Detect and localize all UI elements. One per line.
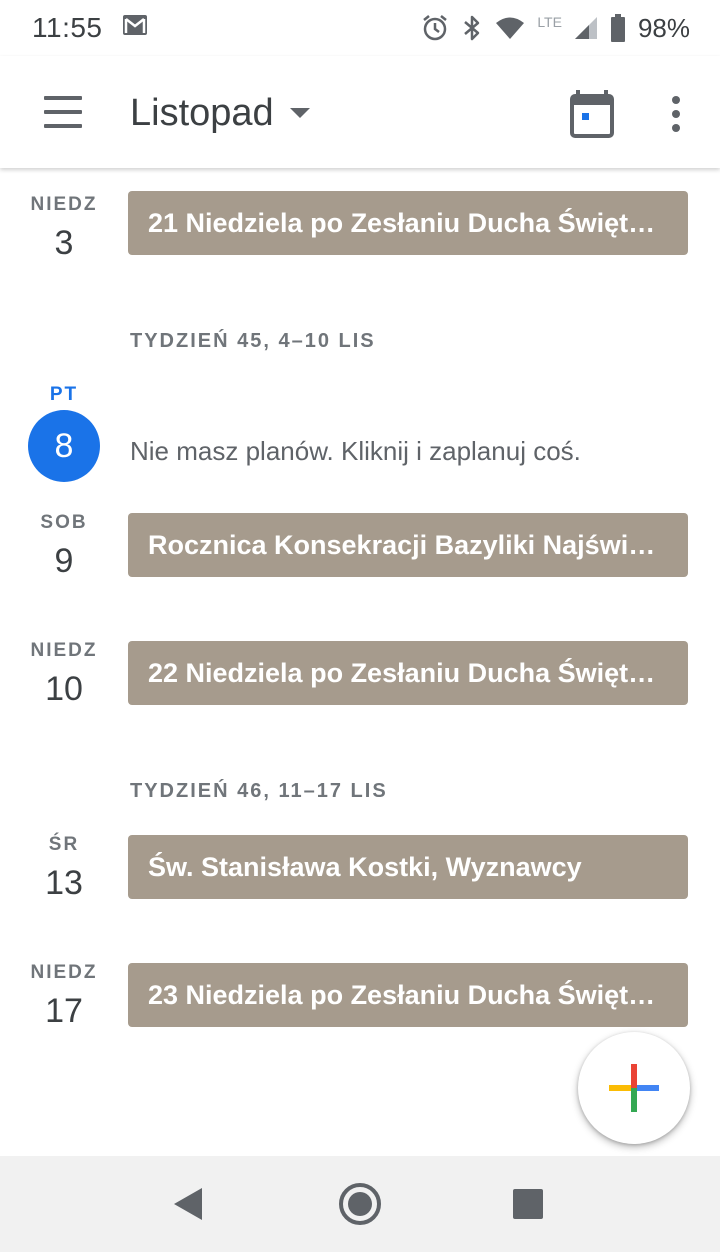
- no-plans-message[interactable]: Nie masz planów. Kliknij i zaplanuj coś.: [130, 436, 581, 467]
- day-number[interactable]: 17: [0, 992, 128, 1031]
- day-label: ŚR: [48, 834, 80, 855]
- event-chip[interactable]: Rocznica Konsekracji Bazyliki Najświętsz…: [128, 513, 688, 577]
- page-title: Listopad: [130, 91, 274, 134]
- today-date-circle[interactable]: 8: [28, 410, 100, 482]
- more-vert-icon: [672, 96, 680, 104]
- day-label: SOB: [40, 512, 88, 533]
- menu-button[interactable]: [36, 92, 92, 136]
- menu-icon-line: [44, 124, 82, 128]
- status-bar: 11:55 LTE 98%: [0, 0, 720, 56]
- more-options-button[interactable]: [656, 90, 696, 142]
- day-number[interactable]: 13: [0, 864, 128, 903]
- system-nav-bar: [0, 1156, 720, 1252]
- status-icons: LTE 98%: [421, 10, 690, 46]
- app-bar: Listopad: [0, 56, 720, 168]
- day-number[interactable]: 3: [0, 224, 128, 263]
- create-event-fab[interactable]: [578, 1032, 690, 1144]
- week-header: TYDZIEŃ 46, 11–17 LIS: [130, 780, 388, 802]
- day-label: NIEDZ: [30, 640, 98, 661]
- dropdown-caret-icon: [289, 108, 310, 118]
- signal-icon: [574, 17, 597, 39]
- gmail-icon: [123, 15, 147, 35]
- event-chip[interactable]: Św. Stanisława Kostki, Wyznawcy: [128, 835, 688, 899]
- day-label-today: PT: [49, 384, 79, 405]
- event-chip[interactable]: 23 Niedziela po Zesłaniu Ducha Świętego: [128, 963, 688, 1027]
- network-type: LTE: [537, 14, 562, 30]
- day-label: NIEDZ: [30, 962, 98, 983]
- recents-icon[interactable]: [504, 1180, 552, 1228]
- status-time: 11:55: [32, 12, 103, 43]
- battery-percent: 98%: [637, 12, 690, 43]
- today-calendar-icon[interactable]: [566, 90, 618, 142]
- add-icon: [609, 1064, 659, 1112]
- bluetooth-icon: [464, 15, 480, 41]
- day-number[interactable]: 10: [0, 670, 128, 709]
- back-icon[interactable]: [162, 1180, 210, 1228]
- day-number[interactable]: 9: [0, 542, 128, 581]
- schedule-view[interactable]: NIEDZ 3 21 Niedziela po Zesłaniu Ducha Ś…: [0, 168, 720, 1156]
- month-selector[interactable]: Listopad: [130, 88, 310, 138]
- home-icon[interactable]: [336, 1180, 384, 1228]
- alarm-icon: [423, 15, 448, 41]
- week-header: TYDZIEŃ 45, 4–10 LIS: [130, 330, 376, 352]
- battery-icon: [610, 14, 625, 42]
- event-chip[interactable]: 21 Niedziela po Zesłaniu Ducha Świętego: [128, 191, 688, 255]
- wifi-icon: [496, 17, 525, 39]
- menu-icon-line: [44, 110, 82, 114]
- more-vert-dot: [672, 124, 680, 132]
- menu-icon: [44, 96, 82, 100]
- event-chip[interactable]: 22 Niedziela po Zesłaniu Ducha Świętego: [128, 641, 688, 705]
- day-label: NIEDZ: [30, 194, 98, 215]
- more-vert-dot: [672, 110, 680, 118]
